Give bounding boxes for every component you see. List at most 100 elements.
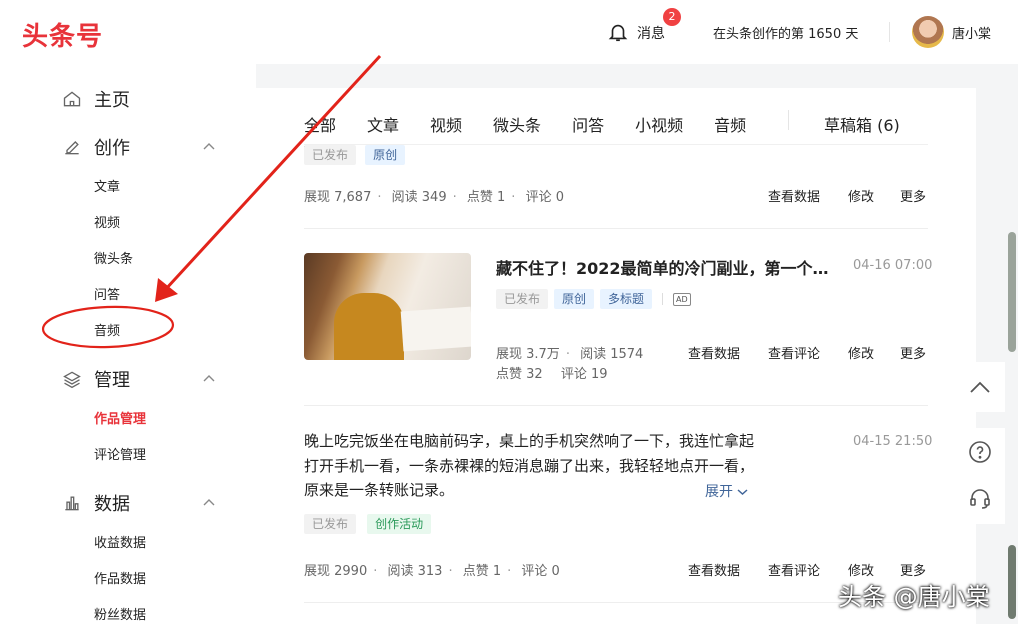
sidebar-group-label: 创作 <box>94 138 130 159</box>
item-2-tags: 已发布 原创 多标题 AD <box>496 289 691 309</box>
item-3-stats: 展现 2990 · 阅读 313 · 点赞 1 · 评论 0 <box>304 564 560 579</box>
chevron-down-icon <box>737 489 748 496</box>
sidebar-item-micro[interactable]: 微头条 <box>94 248 133 267</box>
username[interactable]: 唐小棠 <box>952 23 991 42</box>
chevron-up-icon[interactable] <box>202 372 216 386</box>
item-divider <box>304 405 928 406</box>
content-panel: 全部 文章 视频 微头条 问答 小视频 音频 草稿箱 (6) 已发布 原创 展现… <box>256 88 976 624</box>
bar-chart-icon <box>65 496 79 511</box>
sidebar-group-label: 数据 <box>94 494 130 515</box>
activity-badge: 创作活动 <box>367 514 432 534</box>
chevron-up-icon <box>970 381 990 393</box>
original-badge: 原创 <box>365 145 406 165</box>
article-thumbnail[interactable] <box>304 253 471 360</box>
sidebar-item-home[interactable]: 主页 <box>62 86 130 112</box>
sidebar-item-fans[interactable]: 粉丝数据 <box>94 604 146 623</box>
watermark: 头条 @唐小棠 <box>838 583 990 611</box>
help-widget <box>955 428 1005 524</box>
chevron-up-icon[interactable] <box>202 140 216 154</box>
sidebar-group-data[interactable]: 数据 <box>62 490 130 516</box>
tab-divider <box>788 110 789 130</box>
top-bar: 头条号 消息 2 在头条创作的第 1650 天 唐小棠 <box>0 0 1018 64</box>
pencil-icon <box>65 141 79 155</box>
sidebar-item-works[interactable]: 作品管理 <box>94 408 146 427</box>
tag-divider <box>662 293 664 305</box>
tab-qa[interactable]: 问答 <box>572 112 604 136</box>
tab-short-video[interactable]: 小视频 <box>635 112 683 136</box>
view-data-button[interactable]: 查看数据 <box>768 186 820 205</box>
stat-reads: 阅读 313 <box>387 564 443 579</box>
article-title[interactable]: 藏不住了！2022最简单的冷门副业，第一个我… <box>496 255 842 279</box>
headset-icon[interactable] <box>968 486 992 510</box>
help-icon[interactable] <box>968 440 992 464</box>
sidebar-item-audio[interactable]: 音频 <box>94 320 120 339</box>
sidebar-item-work-data[interactable]: 作品数据 <box>94 568 146 587</box>
publish-date: 04-15 21:50 <box>853 434 933 449</box>
tab-all[interactable]: 全部 <box>304 112 337 148</box>
stat-likes: 点赞 32 <box>496 367 543 382</box>
sidebar-item-income[interactable]: 收益数据 <box>94 532 146 551</box>
stat-comments: 评论 0 <box>521 564 560 579</box>
drafts-tab[interactable]: 草稿箱 (6) <box>824 112 900 136</box>
volume-meter <box>1008 545 1016 619</box>
more-button[interactable]: 更多 <box>900 186 926 205</box>
micro-post-text[interactable]: 晚上吃完饭坐在电脑前码字，桌上的手机突然响了一下，我连忙拿起打开手机一看，一条赤… <box>304 429 756 503</box>
expand-label: 展开 <box>705 484 733 500</box>
sidebar-group-manage[interactable]: 管理 <box>62 366 130 392</box>
tab-audio[interactable]: 音频 <box>714 112 746 136</box>
messages-label[interactable]: 消息 <box>637 23 665 43</box>
item-divider <box>304 228 928 229</box>
back-to-top-button[interactable] <box>955 362 1005 412</box>
edit-button[interactable]: 修改 <box>848 186 874 205</box>
tab-article[interactable]: 文章 <box>367 112 399 136</box>
view-data-button[interactable]: 查看数据 <box>688 343 740 362</box>
sidebar-item-qa[interactable]: 问答 <box>94 284 120 303</box>
bell-icon[interactable] <box>607 21 629 43</box>
item-divider <box>304 602 928 603</box>
tab-video[interactable]: 视频 <box>430 112 462 136</box>
stat-comments: 评论 19 <box>560 367 608 382</box>
sidebar-item-article[interactable]: 文章 <box>94 176 120 195</box>
status-badge: 已发布 <box>496 289 549 309</box>
sidebar-group-label: 管理 <box>94 370 130 391</box>
more-button[interactable]: 更多 <box>900 343 926 362</box>
sidebar-group-create[interactable]: 创作 <box>62 134 130 160</box>
logo[interactable]: 头条号 <box>22 16 103 53</box>
item-2-stats-line1: 展现 3.7万 · 阅读 1574 <box>496 347 644 362</box>
multi-title-badge: 多标题 <box>600 289 653 309</box>
stat-reads: 阅读 349 <box>391 190 447 205</box>
status-badge: 已发布 <box>304 145 357 165</box>
expand-link[interactable]: 展开 <box>705 481 748 501</box>
item-1-stats: 展现 7,687 · 阅读 349 · 点赞 1 · 评论 0 <box>304 190 564 205</box>
status-badge: 已发布 <box>304 514 357 534</box>
view-data-button[interactable]: 查看数据 <box>688 560 740 579</box>
view-comments-button[interactable]: 查看评论 <box>768 343 820 362</box>
stat-likes: 点赞 1 <box>466 190 506 205</box>
messages-badge: 2 <box>663 8 681 26</box>
item-2-stats-line2: 点赞 32 评论 19 <box>496 363 608 382</box>
tab-bar: 全部 文章 视频 微头条 问答 小视频 音频 <box>304 112 777 148</box>
original-badge: 原创 <box>554 289 595 309</box>
edit-button[interactable]: 修改 <box>848 343 874 362</box>
creation-days-text: 在头条创作的第 1650 天 <box>713 27 859 42</box>
header-divider <box>889 22 890 42</box>
sidebar-item-video[interactable]: 视频 <box>94 212 120 231</box>
home-icon <box>63 91 81 107</box>
stat-likes: 点赞 1 <box>462 564 502 579</box>
avatar[interactable] <box>912 16 944 48</box>
layers-icon <box>63 371 81 389</box>
view-comments-button[interactable]: 查看评论 <box>768 560 820 579</box>
ad-icon: AD <box>673 292 691 306</box>
sidebar: 主页 创作 文章 视频 微头条 问答 音频 管理 作品管理 评论管理 数据 收益… <box>0 64 256 624</box>
sidebar-item-comments[interactable]: 评论管理 <box>94 444 146 463</box>
scrollbar[interactable] <box>1008 232 1016 352</box>
sidebar-item-label: 主页 <box>94 90 130 111</box>
item-3-tags: 已发布 创作活动 <box>304 513 432 534</box>
chevron-up-icon[interactable] <box>202 496 216 510</box>
item-1-tags: 已发布 原创 <box>304 144 406 165</box>
publish-date: 04-16 07:00 <box>853 258 933 273</box>
stat-impressions: 展现 7,687 <box>304 190 372 205</box>
stat-impressions: 展现 3.7万 <box>496 347 560 362</box>
tab-micro[interactable]: 微头条 <box>493 112 541 136</box>
stat-comments: 评论 0 <box>525 190 564 205</box>
